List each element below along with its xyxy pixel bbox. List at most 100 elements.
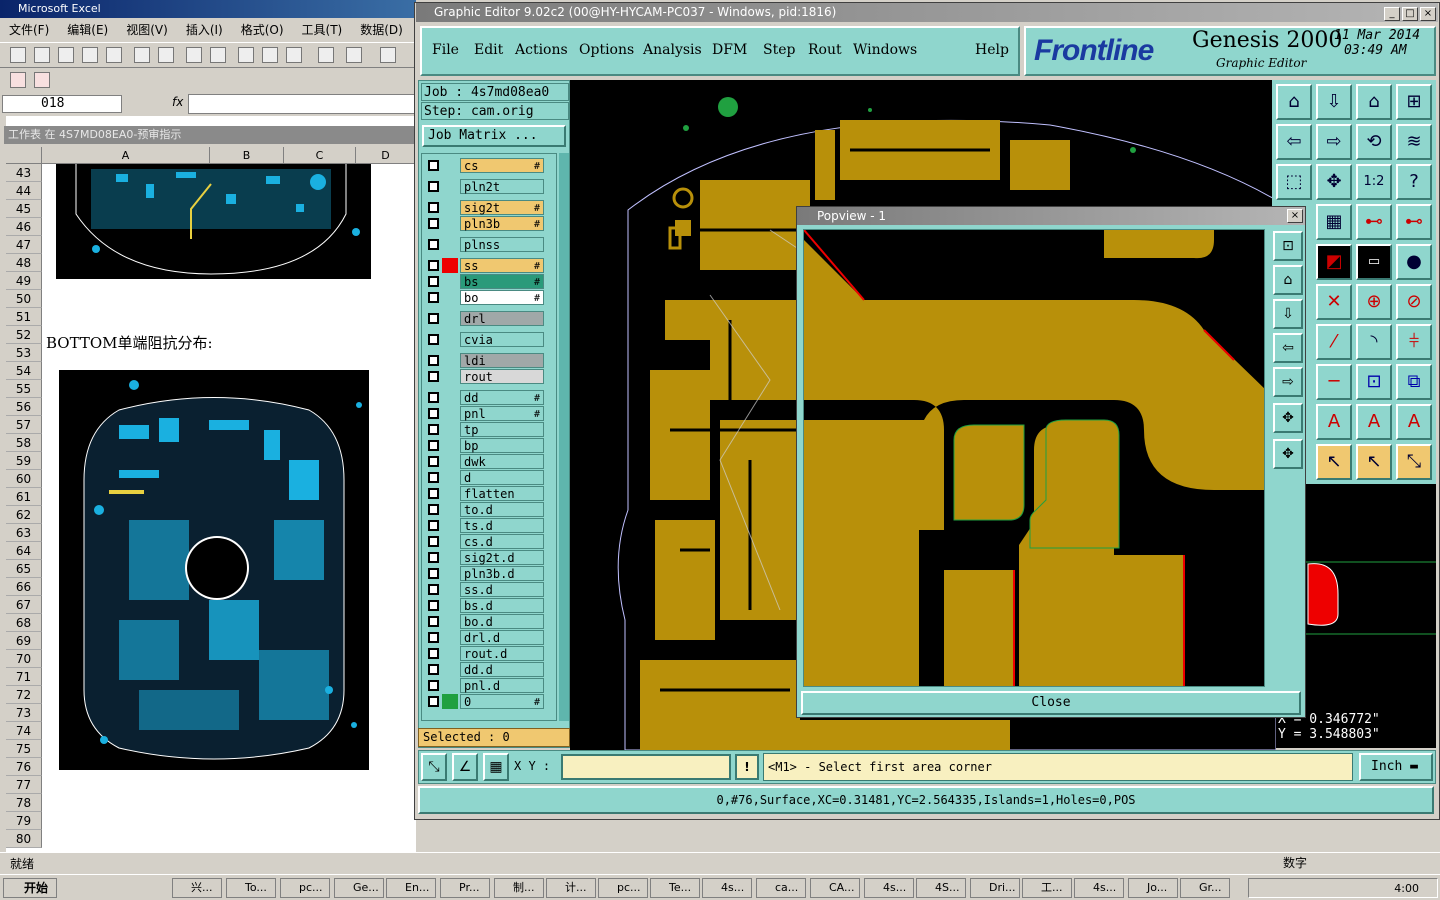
- snap-line-icon[interactable]: ∠: [452, 753, 478, 781]
- open-icon[interactable]: [34, 47, 50, 63]
- layer-color-swatch[interactable]: [442, 694, 458, 709]
- layer-name[interactable]: 0 #: [460, 694, 544, 709]
- start-button[interactable]: 开始: [3, 878, 57, 898]
- layer-row[interactable]: drl.d: [424, 630, 556, 645]
- layer-list[interactable]: cs # pln2t sig2t # pln3b # plnss ss # bs # bo # drl cvi…: [421, 153, 557, 721]
- layer-row[interactable]: rout.d: [424, 646, 556, 661]
- row-header[interactable]: 66: [6, 578, 42, 596]
- layer-color-swatch[interactable]: [442, 258, 458, 273]
- line-icon[interactable]: ⁄: [1316, 324, 1352, 360]
- popview-right-icon[interactable]: ⇨: [1273, 367, 1303, 397]
- row-header[interactable]: 50: [6, 290, 42, 308]
- taskbar-item[interactable]: 制...: [494, 878, 544, 898]
- layer-row[interactable]: plnss: [424, 237, 556, 252]
- layer-color-swatch[interactable]: [442, 438, 458, 453]
- layer-checkbox[interactable]: [428, 260, 439, 271]
- row-header[interactable]: 58: [6, 434, 42, 452]
- excel-menu-format[interactable]: 格式(O): [232, 21, 293, 38]
- layer-row[interactable]: cvia: [424, 332, 556, 347]
- grid-icon[interactable]: ▦: [1316, 204, 1352, 240]
- layer-name[interactable]: plnss: [460, 237, 544, 252]
- spelling-icon[interactable]: [186, 47, 202, 63]
- ruler-icon[interactable]: ▭: [1356, 244, 1392, 280]
- xy-input[interactable]: [561, 754, 731, 780]
- spreadsheet-grid[interactable]: 43 44 45 46 47 48 49 50 51 52 53 54 55 56 57 58 59 60 61 62…: [6, 164, 416, 854]
- row-header[interactable]: 44: [6, 182, 42, 200]
- redo-icon[interactable]: [380, 47, 396, 63]
- permission-icon[interactable]: [82, 47, 98, 63]
- layer-name[interactable]: pln3b #: [460, 216, 544, 231]
- row-header[interactable]: 71: [6, 668, 42, 686]
- row-header[interactable]: 64: [6, 542, 42, 560]
- layer-checkbox[interactable]: [428, 520, 439, 531]
- close-button[interactable]: ×: [1420, 7, 1436, 21]
- row-header[interactable]: 80: [6, 830, 42, 848]
- layer-color-swatch[interactable]: [442, 454, 458, 469]
- taskbar-item[interactable]: Dri...: [970, 878, 1020, 898]
- layer-checkbox[interactable]: [428, 181, 439, 192]
- row-header[interactable]: 43: [6, 164, 42, 182]
- row-header[interactable]: 79: [6, 812, 42, 830]
- layer-name[interactable]: drl.d: [460, 630, 544, 645]
- join-icon[interactable]: ⫩: [1396, 324, 1432, 360]
- layer-color-swatch[interactable]: [442, 582, 458, 597]
- layer-name[interactable]: dd #: [460, 390, 544, 405]
- taskbar-item[interactable]: Gr...: [1180, 878, 1230, 898]
- layer-checkbox[interactable]: [428, 371, 439, 382]
- row-header[interactable]: 46: [6, 218, 42, 236]
- select-arrow-icon[interactable]: ↖: [1316, 444, 1352, 480]
- layer-name[interactable]: pln3b.d: [460, 566, 544, 581]
- undo-icon[interactable]: [346, 47, 362, 63]
- taskbar-item[interactable]: 4s...: [864, 878, 914, 898]
- scale-one-to-one-icon[interactable]: 1:2: [1356, 164, 1392, 200]
- row-header[interactable]: 47: [6, 236, 42, 254]
- layer-row[interactable]: ldi: [424, 353, 556, 368]
- layer-checkbox[interactable]: [428, 584, 439, 595]
- layer-checkbox[interactable]: [428, 218, 439, 229]
- arc-icon[interactable]: ◝: [1356, 324, 1392, 360]
- zoom-window-icon[interactable]: ⊞: [1396, 84, 1432, 120]
- layer-color-swatch[interactable]: [442, 502, 458, 517]
- horizontal-line-icon[interactable]: ─: [1316, 364, 1352, 400]
- layer-name[interactable]: cvia: [460, 332, 544, 347]
- row-header[interactable]: 55: [6, 380, 42, 398]
- zoom-reset-icon[interactable]: ⌂: [1356, 84, 1392, 120]
- save-icon[interactable]: [58, 47, 74, 63]
- layer-row[interactable]: bs #: [424, 274, 556, 289]
- popview-down-icon[interactable]: ⇩: [1273, 299, 1303, 329]
- resize-icon[interactable]: ⊡: [1356, 364, 1392, 400]
- layer-row[interactable]: 0 #: [424, 694, 556, 709]
- layer-checkbox[interactable]: [428, 160, 439, 171]
- zoom-in-icon[interactable]: ✥: [1316, 164, 1352, 200]
- row-header[interactable]: 74: [6, 722, 42, 740]
- excel-menu-insert[interactable]: 插入(I): [177, 21, 232, 38]
- measure-icon[interactable]: ◩: [1316, 244, 1352, 280]
- maximize-button[interactable]: □: [1402, 7, 1418, 21]
- layer-color-swatch[interactable]: [442, 353, 458, 368]
- layer-row[interactable]: to.d: [424, 502, 556, 517]
- zoom-area-icon[interactable]: ⤡: [421, 753, 447, 781]
- row-header[interactable]: 60: [6, 470, 42, 488]
- layer-color-swatch[interactable]: [442, 486, 458, 501]
- redraw-icon[interactable]: ≋: [1396, 124, 1432, 160]
- grid-snap-icon[interactable]: ▦: [483, 753, 509, 781]
- text-a-line-icon[interactable]: A: [1396, 404, 1432, 440]
- layer-checkbox[interactable]: [428, 239, 439, 250]
- row-header[interactable]: 78: [6, 794, 42, 812]
- layer-name[interactable]: dd.d: [460, 662, 544, 677]
- taskbar-item[interactable]: 4S...: [916, 878, 966, 898]
- taskbar-item[interactable]: pc...: [280, 878, 330, 898]
- email-icon[interactable]: [106, 47, 122, 63]
- layer-color-swatch[interactable]: [442, 237, 458, 252]
- menu-analysis[interactable]: Analysis: [643, 42, 702, 58]
- alert-icon[interactable]: !: [735, 754, 759, 780]
- layer-name[interactable]: ss #: [460, 258, 544, 273]
- layer-checkbox[interactable]: [428, 504, 439, 515]
- zoom-home-icon[interactable]: ⌂: [1276, 84, 1312, 120]
- layer-name[interactable]: ldi: [460, 353, 544, 368]
- select-all-corner[interactable]: [6, 147, 42, 164]
- layer-checkbox[interactable]: [428, 696, 439, 707]
- layer-row[interactable]: pnl.d: [424, 678, 556, 693]
- column-header-b[interactable]: B: [210, 147, 284, 164]
- popview-canvas[interactable]: [803, 229, 1265, 687]
